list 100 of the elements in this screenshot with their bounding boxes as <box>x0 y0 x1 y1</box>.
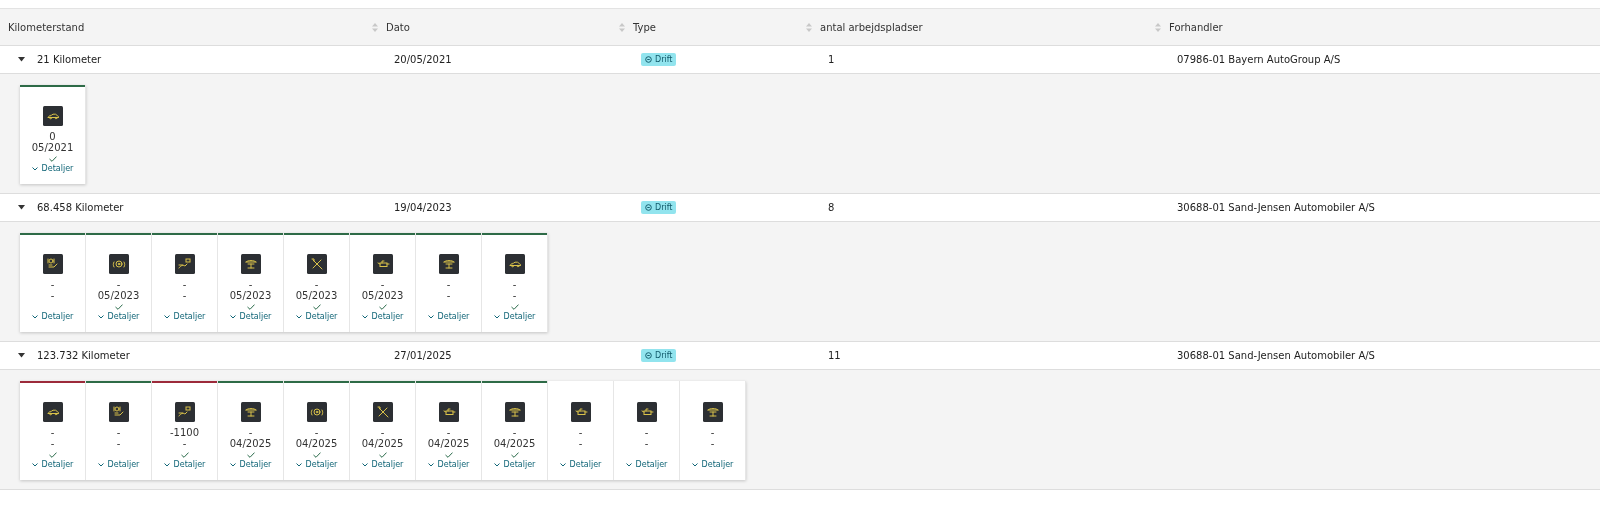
column-header[interactable]: Dato <box>386 21 410 33</box>
date-value: - <box>578 438 583 449</box>
details-link[interactable]: Detaljer <box>625 460 668 469</box>
details-link[interactable]: Detaljer <box>559 460 602 469</box>
oil-can-icon <box>636 402 657 422</box>
mileage-value: - <box>512 427 517 438</box>
mileage-value: - <box>314 279 319 290</box>
details-link[interactable]: Detaljer <box>163 460 206 469</box>
details-link[interactable]: Detaljer <box>427 460 470 469</box>
details-link[interactable]: Detaljer <box>361 460 404 469</box>
table-cell: 27/01/2025 <box>394 350 452 361</box>
table-cell: 07986-01 Bayern AutoGroup A/S <box>1177 54 1341 65</box>
table-cell: 11 <box>828 350 841 361</box>
chevron-down-icon <box>97 314 104 319</box>
column-header[interactable]: antal arbejdspladser <box>820 21 923 33</box>
details-link[interactable]: Detaljer <box>163 312 206 321</box>
mileage-value: - <box>248 279 253 290</box>
caret-icon[interactable] <box>18 353 25 358</box>
table-cell: 19/04/2023 <box>394 202 452 213</box>
details-link[interactable]: Detaljer <box>295 460 338 469</box>
chevron-down-icon <box>163 314 170 319</box>
car-lift-icon <box>702 402 723 422</box>
details-link[interactable]: Detaljer <box>229 460 272 469</box>
date-value: 04/2025 <box>229 438 272 449</box>
chevron-down-icon <box>427 314 434 319</box>
details-link[interactable]: Detaljer <box>97 312 140 321</box>
car-lift-icon <box>504 402 525 422</box>
oil-can-icon <box>438 402 459 422</box>
chevron-down-icon <box>493 314 500 319</box>
chevron-down-icon <box>31 462 38 467</box>
details-link[interactable]: Detaljer <box>97 460 140 469</box>
sort-icon[interactable] <box>1155 22 1161 32</box>
type-tag: Drift <box>641 53 677 66</box>
details-link[interactable]: Detaljer <box>295 312 338 321</box>
sort-icon[interactable] <box>372 22 378 32</box>
type-tag: Drift <box>641 349 677 362</box>
type-tag: Drift <box>641 201 677 214</box>
chevron-down-icon <box>691 462 698 467</box>
date-value: 04/2025 <box>295 438 338 449</box>
caret-icon[interactable] <box>18 57 25 62</box>
chevron-down-icon <box>559 462 566 467</box>
details-link[interactable]: Detaljer <box>31 312 74 321</box>
chevron-down-icon <box>163 462 170 467</box>
mileage-value: - <box>50 427 55 438</box>
oil-can-icon <box>372 254 393 274</box>
date-value: - <box>50 290 55 301</box>
chevron-down-icon <box>97 462 104 467</box>
details-link[interactable]: Detaljer <box>427 312 470 321</box>
chevron-down-icon <box>625 462 632 467</box>
date-value: 04/2025 <box>361 438 404 449</box>
date-value: - <box>512 290 517 301</box>
mileage-value: - <box>248 427 253 438</box>
tools-icon <box>306 254 327 274</box>
car-lift-icon <box>438 254 459 274</box>
date-value: - <box>644 438 649 449</box>
date-value: - <box>182 438 187 449</box>
car-lift-icon <box>240 254 261 274</box>
brake-check-icon <box>174 254 195 274</box>
mileage-value: - <box>182 279 187 290</box>
date-value: - <box>116 438 121 449</box>
column-header[interactable]: Forhandler <box>1169 21 1223 33</box>
oil-can-icon <box>570 402 591 422</box>
date-value: 05/2023 <box>295 290 338 301</box>
details-link[interactable]: Detaljer <box>493 460 536 469</box>
date-value: 05/2023 <box>97 290 140 301</box>
mileage-value: - <box>644 427 649 438</box>
details-link[interactable]: Detaljer <box>229 312 272 321</box>
details-link[interactable]: Detaljer <box>31 164 74 173</box>
status-icon <box>645 352 652 359</box>
table-cell: 30688-01 Sand-Jensen Automobiler A/S <box>1177 202 1375 213</box>
car-icon <box>42 106 63 126</box>
sort-icon[interactable] <box>806 22 812 32</box>
mileage-value: - <box>578 427 583 438</box>
chevron-down-icon <box>361 462 368 467</box>
status-icon <box>645 56 652 63</box>
column-header[interactable]: Type <box>633 21 656 33</box>
mileage-value: - <box>710 427 715 438</box>
brake-check-icon <box>174 402 195 422</box>
details-link[interactable]: Detaljer <box>31 460 74 469</box>
date-value: - <box>182 290 187 301</box>
car-icon <box>42 402 63 422</box>
date-value: - <box>446 290 451 301</box>
caret-icon[interactable] <box>18 205 25 210</box>
chevron-down-icon <box>493 462 500 467</box>
table-cell: 20/05/2021 <box>394 54 452 65</box>
sort-icon[interactable] <box>619 22 625 32</box>
details-link[interactable]: Detaljer <box>493 312 536 321</box>
mileage-value: - <box>116 427 121 438</box>
column-header[interactable]: Kilometerstand <box>8 21 85 33</box>
chevron-down-icon <box>31 166 38 171</box>
date-value: 04/2025 <box>493 438 536 449</box>
table-cell: 68.458 Kilometer <box>37 202 124 213</box>
details-link[interactable]: Detaljer <box>361 312 404 321</box>
car-lift-icon <box>240 402 261 422</box>
chevron-down-icon <box>295 462 302 467</box>
mileage-value: - <box>380 279 385 290</box>
mileage-value: - <box>446 427 451 438</box>
chevron-down-icon <box>31 314 38 319</box>
details-link[interactable]: Detaljer <box>691 460 734 469</box>
chevron-down-icon <box>295 314 302 319</box>
